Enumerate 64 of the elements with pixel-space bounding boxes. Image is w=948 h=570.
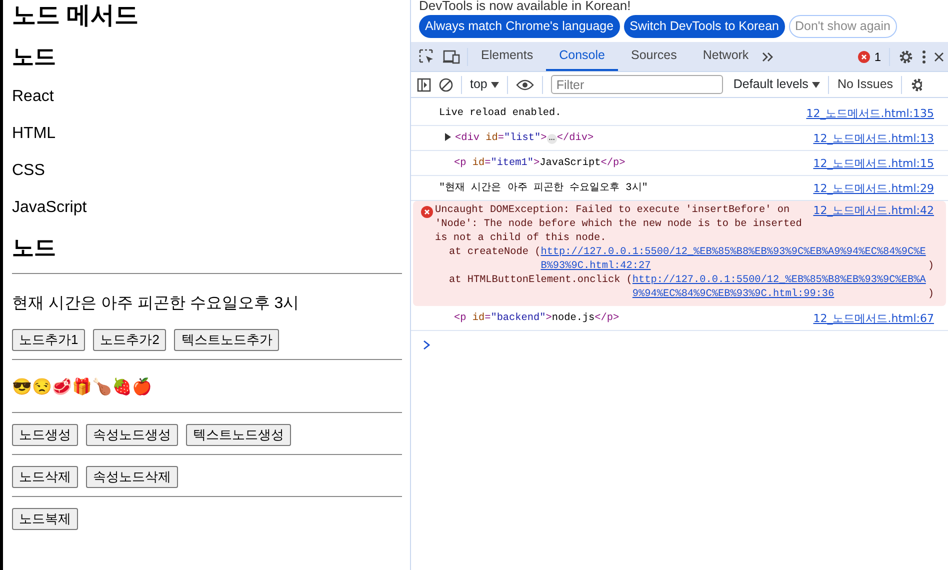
element-log: <p id="backend">node.js</p> (454, 312, 620, 324)
time-text: 현재 시간은 아주 피곤한 수요일오후 3시 (12, 294, 300, 314)
section-heading: 노드 (12, 235, 57, 261)
panel-tab[interactable]: Sources (618, 42, 690, 71)
settings-icon[interactable] (898, 48, 914, 64)
expand-triangle-icon[interactable] (445, 132, 451, 141)
panel-tab[interactable]: Elements (468, 42, 546, 71)
panel-tab[interactable]: Network (690, 42, 762, 71)
caret-icon (812, 82, 820, 88)
stack-trace-text: at createNode ( (449, 246, 541, 260)
element-log: <p id="item1">JavaScript</p> (454, 156, 626, 170)
section-heading: 노드 (12, 44, 57, 70)
page-button[interactable]: 텍스트노드생성 (186, 424, 291, 446)
element-log: <div id="list"> … </div> (445, 132, 594, 144)
log-text: "현재 시간은 아주 피곤한 수요일오후 3시" (439, 182, 648, 194)
stack-trace-text: ) (928, 260, 934, 274)
list-item-text: React (12, 87, 55, 107)
source-link[interactable]: 12_노드메서드.html:67 (813, 312, 934, 324)
page-title: 노드 메서드 (12, 2, 140, 30)
clear-icon[interactable] (439, 78, 453, 92)
close-icon[interactable] (934, 52, 944, 62)
caret-icon (491, 82, 500, 88)
page-button[interactable]: 노드삭제 (12, 466, 78, 488)
page-button[interactable]: 노드추가1 (12, 329, 86, 351)
source-link[interactable]: 12_노드메서드.html:15 (813, 156, 934, 170)
error-icon (421, 206, 433, 218)
prompt-icon[interactable] (423, 340, 431, 350)
eye-icon[interactable] (516, 78, 534, 90)
device-icon[interactable] (443, 48, 461, 64)
stack-trace-text: at HTMLButtonElement.onclick ( (449, 274, 632, 288)
page-button[interactable]: 노드추가2 (93, 329, 166, 351)
banner-button[interactable]: Switch DevTools to Korean (624, 15, 785, 38)
list-item-text: JavaScript (12, 198, 88, 218)
panel-tab[interactable]: Console (546, 42, 618, 71)
page-button[interactable]: 노드생성 (12, 424, 78, 446)
page-button[interactable]: 텍스트노드추가 (174, 329, 280, 351)
sidebar-icon[interactable] (417, 78, 431, 92)
source-link[interactable]: 12_노드메서드.html:13 (813, 132, 934, 144)
list-item-text: CSS (12, 161, 46, 181)
banner-text: DevTools is now available in Korean! (419, 0, 632, 12)
inspect-icon[interactable] (419, 48, 435, 64)
more-tabs-icon[interactable] (762, 50, 774, 62)
log-text: Live reload enabled. (439, 106, 562, 120)
banner-button[interactable]: Don't show again (788, 15, 896, 38)
page-button[interactable]: 노드복제 (12, 508, 78, 530)
stack-trace-link[interactable]: http://127.0.0.1:5500/12_%EB%85%B8%EB%93%9C%EB%A9%94%EC%84%9C%EB%93%9C.html:99:36 (632, 274, 928, 302)
levels-dropdown[interactable]: Default levels (733, 75, 820, 94)
stack-trace-text: ) (928, 288, 934, 302)
emoji-text: 😎😒🥩🎁🍗🍓🍎 (12, 378, 152, 398)
error-count: 1 (874, 48, 881, 66)
error-icon (858, 50, 870, 62)
banner-button[interactable]: Always match Chrome's language (419, 15, 620, 38)
filter-field[interactable]: Filter (551, 75, 724, 94)
list-item-text: HTML (12, 124, 57, 144)
error-text: Uncaught DOMException: Failed to execute 'insertBefore' on 'Node': The node before which the new node is to be inserted is not a child of this node. (435, 204, 803, 246)
issues-text: No Issues (837, 76, 894, 94)
source-link[interactable]: 12_노드메서드.html:135 (806, 106, 934, 120)
source-link[interactable]: 12_노드메서드.html:42 (813, 204, 934, 218)
source-link[interactable]: 12_노드메서드.html:29 (813, 182, 934, 194)
page-button[interactable]: 속성노드생성 (86, 424, 178, 446)
settings-icon[interactable] (910, 76, 922, 92)
more-options-icon[interactable] (922, 50, 926, 64)
context-dropdown[interactable]: top (470, 75, 500, 94)
page-button[interactable]: 속성노드삭제 (86, 466, 178, 488)
